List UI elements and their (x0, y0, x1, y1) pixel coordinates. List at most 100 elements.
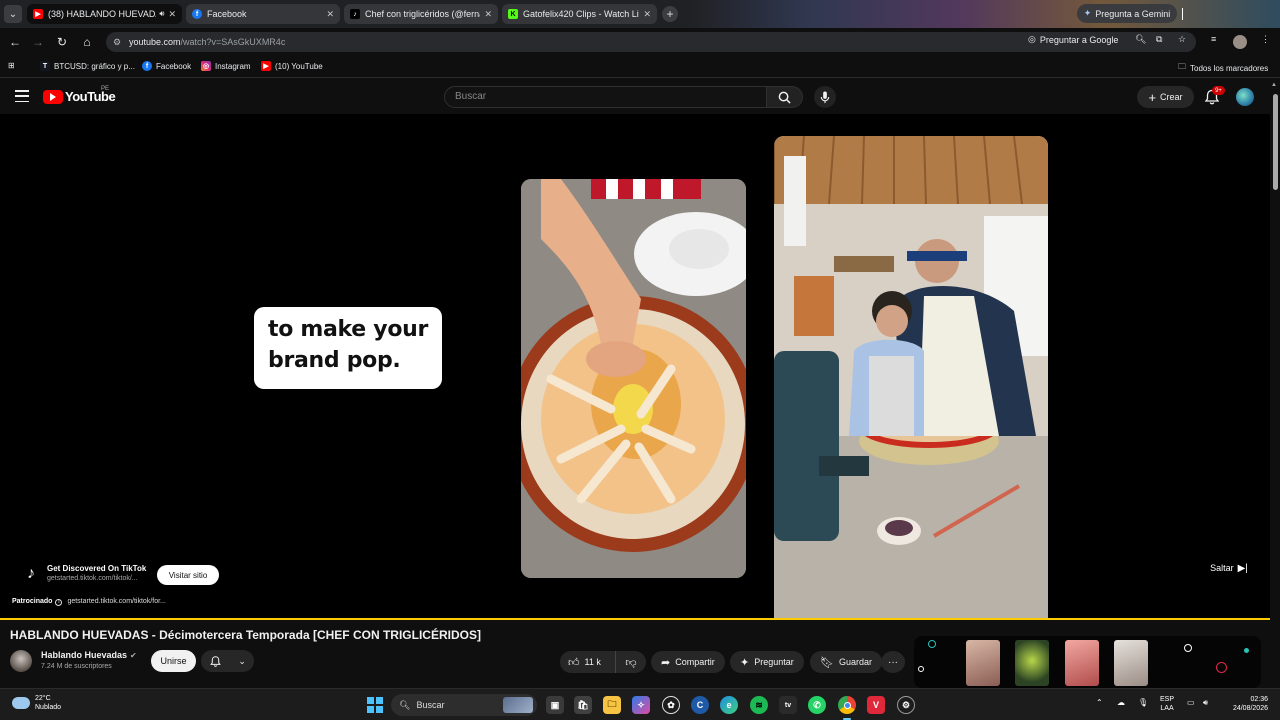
scroll-up-arrow-icon[interactable]: ▲ (1271, 82, 1277, 88)
google-lens-icon: ◎ (1028, 34, 1036, 44)
apple-tv-icon[interactable]: tv (779, 696, 797, 714)
profile-avatar[interactable] (1233, 35, 1247, 49)
country-code: PE (101, 86, 110, 92)
reload-icon[interactable]: ↻ (54, 34, 70, 50)
task-view-icon[interactable]: ▣ (546, 696, 564, 714)
spotify-icon[interactable]: ≋ (750, 696, 768, 714)
onedrive-icon[interactable]: ☁ (1117, 698, 1125, 707)
bookmark-save-icon: 🔖︎ (820, 656, 834, 669)
like-count: 11 k (584, 657, 601, 667)
like-button[interactable]: 👍︎ 11 k (560, 651, 616, 673)
tab-youtube[interactable]: ▶ (38) HABLANDO HUEVADA 🔊︎ ✕ (27, 4, 182, 24)
whatsapp-icon[interactable]: ✆ (808, 696, 826, 714)
copilot-icon[interactable]: ✧ (632, 696, 650, 714)
channel-avatar[interactable] (10, 650, 32, 672)
close-icon[interactable]: ✕ (168, 9, 176, 20)
search-button[interactable] (767, 86, 803, 108)
ask-google-button[interactable]: ◎ Preguntar a Google (1028, 34, 1118, 45)
video-player[interactable]: to make your brand pop. ♪ Get Discovered… (0, 114, 1270, 620)
temperature: 22°C (35, 695, 51, 702)
bell-icon (210, 655, 221, 667)
thumbs-down-icon: 👎︎ (625, 656, 637, 669)
clock-date: 24/08/2026 (1232, 705, 1268, 712)
info-icon[interactable]: i (55, 599, 63, 606)
search-highlight-art (503, 697, 533, 713)
close-icon[interactable]: ✕ (326, 9, 334, 20)
back-arrow-icon[interactable]: ← (7, 34, 23, 50)
search-input[interactable]: Buscar (444, 86, 767, 108)
tab-kick[interactable]: K Gatofelix420 Clips - Watch Live ✕ (502, 4, 657, 24)
kebab-menu-icon[interactable]: ⋮ (1261, 34, 1270, 45)
install-app-icon[interactable]: ⧉ (1156, 34, 1162, 45)
close-icon[interactable]: ✕ (484, 9, 492, 20)
windows-taskbar: 22°C Nublado 🔍︎ Buscar ▣ 🛍︎ 🗀 ✧ ✿ C e ≋ … (0, 688, 1280, 720)
tab-tiktok[interactable]: ♪ Chef con triglicéridos (@fernan ✕ (344, 4, 498, 24)
advertiser-info[interactable]: ♪ Get Discovered On TikTok getstarted.ti… (22, 564, 146, 584)
create-button[interactable]: + Crear (1137, 86, 1194, 108)
emote-thumbnail (966, 640, 1000, 686)
youtube-logo[interactable]: YouTube PE (43, 86, 116, 104)
more-actions-button[interactable]: ··· (881, 651, 905, 673)
microphone-icon[interactable]: 🎙︎ (1138, 698, 1148, 707)
file-explorer-icon[interactable]: 🗀 (603, 696, 621, 714)
chatgpt-icon[interactable]: ✿ (662, 696, 680, 714)
scrollbar-thumb[interactable] (1273, 94, 1278, 190)
join-button[interactable]: Unirse (151, 650, 196, 672)
weather-widget[interactable]: 22°C Nublado (12, 694, 61, 712)
edge-icon[interactable]: e (720, 696, 738, 714)
ask-button[interactable]: ✦ Preguntar (730, 651, 804, 673)
store-icon[interactable]: 🛍︎ (574, 696, 592, 714)
system-clock[interactable]: 02:36 24/08/2026 (1226, 695, 1268, 713)
like-dislike-group: 👍︎ 11 k 👎︎ (560, 651, 646, 673)
save-button[interactable]: 🔖︎ Guardar (810, 651, 882, 673)
app-icon-gear[interactable]: ⚙ (897, 696, 915, 714)
channel-name: Hablando Huevadas (41, 650, 128, 660)
media-controls-icon[interactable]: ≡ (1211, 34, 1216, 44)
emote-thumbnail (1114, 640, 1148, 686)
app-icon-c[interactable]: C (691, 696, 709, 714)
site-info-icon[interactable]: ⚙ (113, 37, 123, 47)
bookmark-instagram[interactable]: ◎ Instagram (201, 61, 251, 71)
bookmark-btcusd[interactable]: T BTCUSD: gráfico y p... (40, 61, 135, 71)
show-hidden-icons-chevron[interactable]: ⌃ (1096, 698, 1103, 707)
network-icon[interactable]: ▭ (1187, 698, 1195, 707)
clock-time: 02:36 (1250, 696, 1268, 703)
windows-start-icon[interactable] (367, 697, 383, 713)
bookmark-youtube[interactable]: ▶ (10) YouTube (261, 61, 323, 71)
hamburger-menu-icon[interactable] (15, 90, 29, 102)
share-label: Compartir (675, 657, 715, 667)
tab-search-menu-button[interactable]: ⌄ (4, 5, 22, 23)
share-button[interactable]: ➦ Compartir (651, 651, 725, 673)
subscription-notifications-button[interactable]: ⌄ (201, 650, 254, 672)
decorative-circle (928, 640, 936, 648)
ad-progress-bar[interactable] (0, 618, 1270, 620)
taskbar-search[interactable]: 🔍︎ Buscar (391, 694, 537, 716)
speaker-icon[interactable]: 🔊︎ (159, 9, 164, 19)
bookmark-facebook[interactable]: f Facebook (142, 61, 191, 71)
channel-name-row[interactable]: Hablando Huevadas ✔ (41, 650, 137, 660)
voice-search-button[interactable] (814, 86, 836, 108)
input-language[interactable]: ESP LAA (1160, 695, 1174, 713)
chrome-icon[interactable] (838, 696, 856, 714)
skip-ad-button[interactable]: Saltar ▶| (1204, 559, 1254, 577)
zoom-icon[interactable]: 🔍︎ (1135, 34, 1146, 45)
bookmark-star-icon[interactable]: ☆ (1178, 34, 1186, 45)
emote-thumbnail (1015, 640, 1049, 686)
sponsored-url[interactable]: getstarted.tiktok.com/tiktok/for... (67, 598, 165, 605)
volume-icon[interactable]: 🔊︎ (1203, 698, 1208, 708)
account-avatar[interactable] (1236, 88, 1254, 106)
all-bookmarks-folder[interactable]: 🗀 Todos los marcadores (1178, 61, 1268, 75)
ask-google-label: Preguntar a Google (1039, 34, 1119, 45)
tab-facebook[interactable]: f Facebook ✕ (186, 4, 340, 24)
new-tab-button[interactable]: + (662, 6, 678, 22)
forward-arrow-icon[interactable]: → (30, 34, 46, 50)
all-bookmarks-label: Todos los marcadores (1190, 63, 1269, 73)
apps-grid-icon[interactable]: ⊞ (8, 61, 15, 70)
close-icon[interactable]: ✕ (643, 9, 651, 20)
home-icon[interactable]: ⌂ (79, 34, 95, 50)
visit-site-button[interactable]: Visitar sitio (157, 565, 219, 585)
dislike-button[interactable]: 👎︎ (616, 651, 646, 673)
ask-gemini-button[interactable]: ✦ Pregunta a Gemini (1077, 4, 1177, 23)
app-icon-v[interactable]: V (867, 696, 885, 714)
advertiser-url: getstarted.tiktok.com/tiktok/... (47, 575, 138, 582)
